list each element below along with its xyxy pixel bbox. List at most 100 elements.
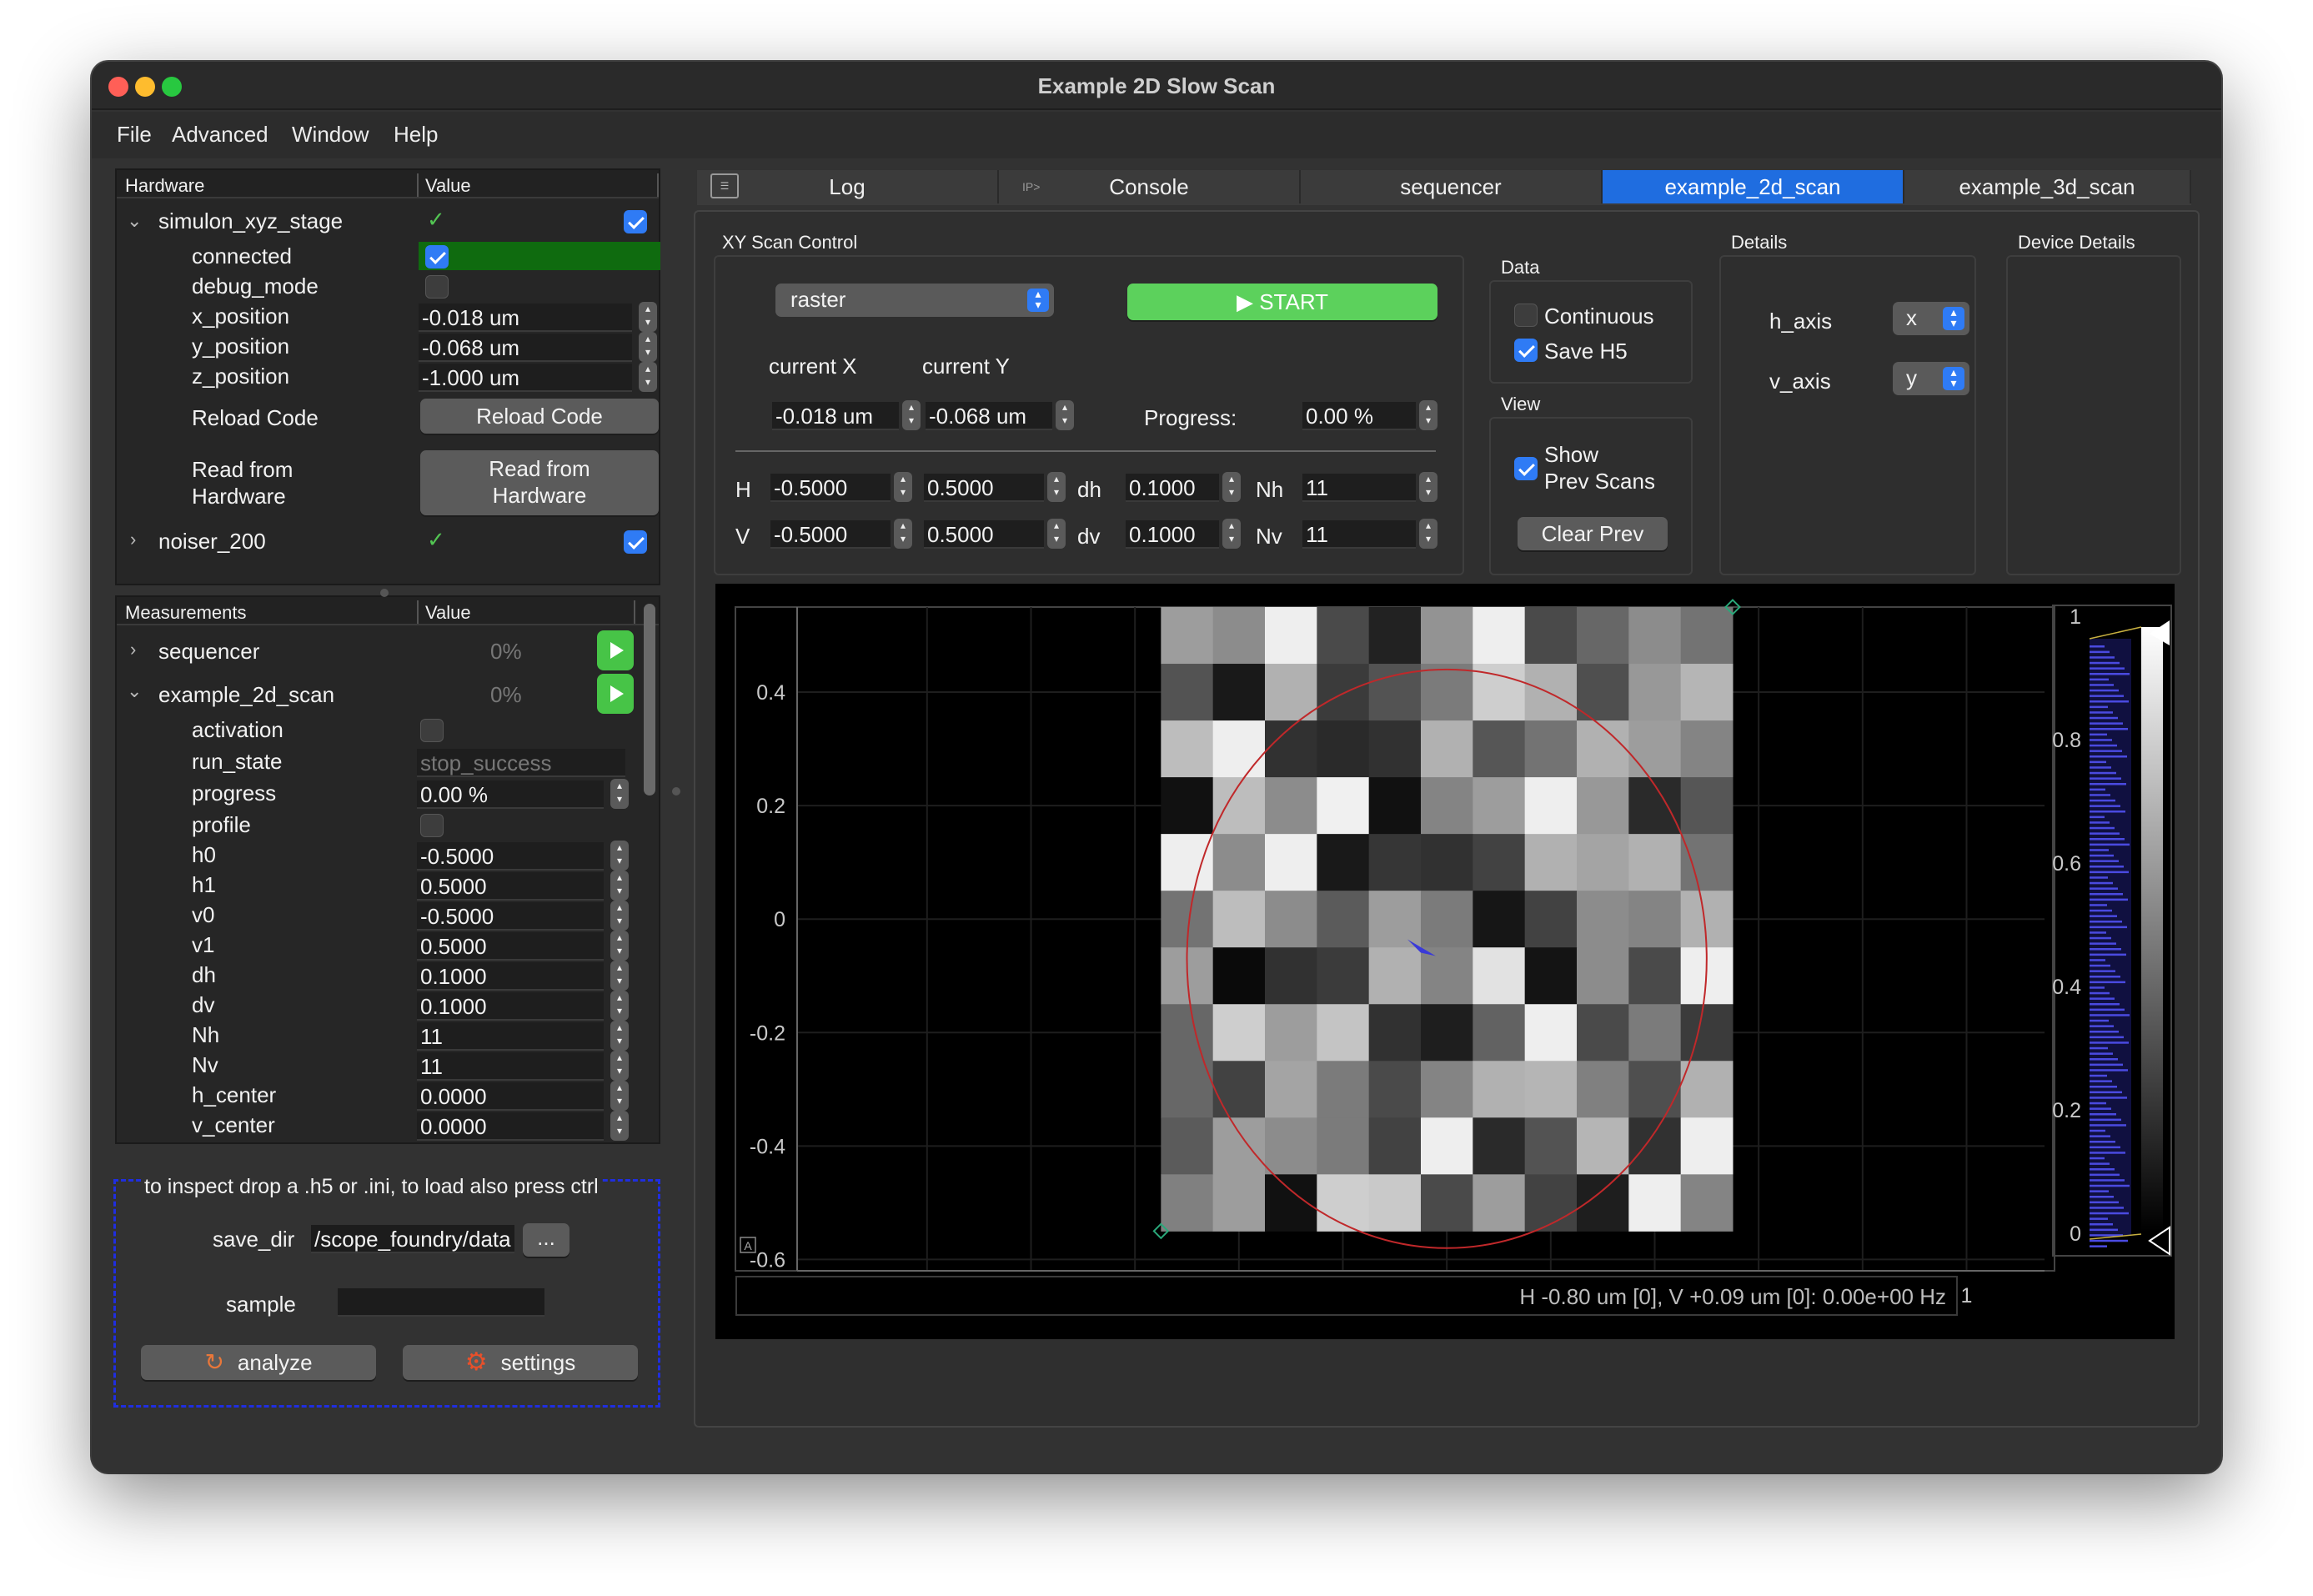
setting-field[interactable]: 0.1000 [417, 962, 604, 991]
scrollbar[interactable] [644, 604, 655, 795]
setting-field[interactable]: 11 [417, 1022, 604, 1051]
h-axis-select[interactable]: x ▴ ▾ [1893, 302, 1969, 335]
progress-stepper[interactable] [1419, 400, 1437, 430]
measurement-name[interactable]: example_2d_scan [158, 682, 334, 708]
menu-file[interactable]: File [117, 122, 152, 148]
scan-mode-select[interactable]: raster ▴ ▾ [775, 284, 1054, 317]
h0-field[interactable]: -0.5000 [770, 474, 891, 502]
drop-area[interactable]: to inspect drop a .h5 or .ini, to load a… [113, 1175, 660, 1408]
setting-stepper[interactable] [610, 1021, 629, 1051]
activation-checkbox[interactable] [420, 719, 444, 742]
tab-console[interactable]: IP> Console [999, 170, 1301, 203]
analyze-button[interactable]: ↻ analyze [141, 1345, 376, 1380]
chevron-right-icon[interactable]: › [130, 639, 136, 660]
tab-log[interactable]: ☰ Log [697, 170, 999, 203]
current-y-stepper[interactable] [1056, 400, 1074, 430]
v0-field[interactable]: -0.5000 [770, 520, 891, 549]
nv-field[interactable]: 11 [1302, 520, 1416, 549]
sample-field[interactable] [338, 1288, 544, 1317]
x-position-stepper[interactable] [639, 302, 657, 332]
progress-field[interactable]: 0.00 % [417, 780, 604, 809]
nh-field[interactable]: 11 [1302, 474, 1416, 502]
menu-window[interactable]: Window [292, 122, 369, 148]
setting-stepper[interactable] [610, 901, 629, 931]
play-icon[interactable] [597, 630, 634, 670]
setting-stepper[interactable] [610, 841, 629, 871]
setting-field[interactable]: -0.5000 [417, 902, 604, 931]
device-connect-checkbox[interactable] [624, 210, 647, 233]
device-connect-checkbox[interactable] [624, 530, 647, 554]
x-position-field[interactable]: -0.018 um [419, 304, 632, 332]
connected-checkbox[interactable] [425, 245, 449, 269]
save-dir-field[interactable]: /scope_foundry/data [311, 1225, 514, 1253]
debug-mode-checkbox[interactable] [425, 275, 449, 299]
dv-field[interactable]: 0.1000 [1126, 520, 1219, 549]
nh-stepper[interactable] [1419, 472, 1437, 502]
show-prev-scans-checkbox[interactable] [1514, 457, 1538, 480]
device-name[interactable]: noiser_200 [158, 529, 266, 555]
nv-stepper[interactable] [1419, 519, 1437, 549]
read-from-hardware-button[interactable]: Read from Hardware [420, 450, 659, 515]
z-position-stepper[interactable] [639, 362, 657, 392]
setting-field[interactable]: 11 [417, 1052, 604, 1081]
setting-stepper[interactable] [610, 1051, 629, 1081]
setting-field[interactable]: 0.5000 [417, 932, 604, 961]
settings-button[interactable]: ⚙ settings [403, 1345, 638, 1380]
y-position-field[interactable]: -0.068 um [419, 334, 632, 362]
splitter-handle[interactable] [380, 589, 389, 597]
setting-field[interactable]: 0.5000 [417, 872, 604, 901]
clear-prev-button[interactable]: Clear Prev [1518, 517, 1668, 550]
tab-example-2d-scan[interactable]: example_2d_scan [1603, 170, 1904, 203]
setting-stepper[interactable] [610, 1111, 629, 1141]
start-button[interactable]: ▶ START [1127, 284, 1437, 320]
reload-code-button[interactable]: Reload Code [420, 399, 659, 434]
v1-field[interactable]: 0.5000 [924, 520, 1044, 549]
tab-example-3d-scan[interactable]: example_3d_scan [1904, 170, 2191, 203]
view-title: View [1501, 394, 1541, 414]
current-y-field[interactable]: -0.068 um [926, 402, 1052, 430]
v-axis-select[interactable]: y ▴ ▾ [1893, 362, 1969, 395]
h0-stepper[interactable] [894, 472, 912, 502]
setting-field[interactable]: 0.1000 [417, 992, 604, 1021]
plot-area[interactable]: -1-0.8-0.6-0.4-0.200.20.40.60.810.40.20-… [715, 584, 2175, 1339]
h1-field[interactable]: 0.5000 [924, 474, 1044, 502]
menu-help[interactable]: Help [394, 122, 438, 148]
setting-stepper[interactable] [610, 871, 629, 901]
scan-image-plot[interactable]: -1-0.8-0.6-0.4-0.200.20.40.60.810.40.20-… [715, 584, 2175, 1339]
h1-stepper[interactable] [1047, 472, 1066, 502]
heatmap-cell [1577, 607, 1629, 665]
progress-stepper[interactable] [610, 779, 629, 809]
splitter-handle[interactable] [672, 787, 680, 795]
setting-field[interactable]: 0.0000 [417, 1112, 604, 1141]
continuous-checkbox[interactable] [1514, 304, 1538, 327]
histogram-bar [2090, 1107, 2111, 1110]
dv-stepper[interactable] [1222, 519, 1241, 549]
chevron-down-icon[interactable]: ⌄ [127, 680, 142, 702]
setting-stepper[interactable] [610, 991, 629, 1021]
dh-stepper[interactable] [1222, 472, 1241, 502]
setting-field[interactable]: 0.0000 [417, 1082, 604, 1111]
v0-stepper[interactable] [894, 519, 912, 549]
current-x-field[interactable]: -0.018 um [772, 402, 899, 430]
profile-checkbox[interactable] [420, 814, 444, 837]
setting-stepper[interactable] [610, 931, 629, 961]
menu-advanced[interactable]: Advanced [172, 122, 268, 148]
v1-stepper[interactable] [1047, 519, 1066, 549]
setting-stepper[interactable] [610, 961, 629, 991]
progress-field[interactable]: 0.00 % [1302, 402, 1416, 430]
histogram-bar [2090, 936, 2111, 940]
measurement-name[interactable]: sequencer [158, 639, 259, 665]
chevron-right-icon[interactable]: › [130, 529, 136, 550]
device-name[interactable]: simulon_xyz_stage [158, 208, 343, 234]
z-position-field[interactable]: -1.000 um [419, 364, 632, 392]
browse-button[interactable]: ... [523, 1223, 569, 1257]
setting-field[interactable]: -0.5000 [417, 842, 604, 871]
chevron-down-icon[interactable]: ⌄ [127, 210, 142, 232]
tab-sequencer[interactable]: sequencer [1301, 170, 1603, 203]
y-position-stepper[interactable] [639, 332, 657, 362]
setting-stepper[interactable] [610, 1081, 629, 1111]
play-icon[interactable] [597, 674, 634, 714]
dh-field[interactable]: 0.1000 [1126, 474, 1219, 502]
current-x-stepper[interactable] [902, 400, 921, 430]
save-h5-checkbox[interactable] [1514, 339, 1538, 362]
